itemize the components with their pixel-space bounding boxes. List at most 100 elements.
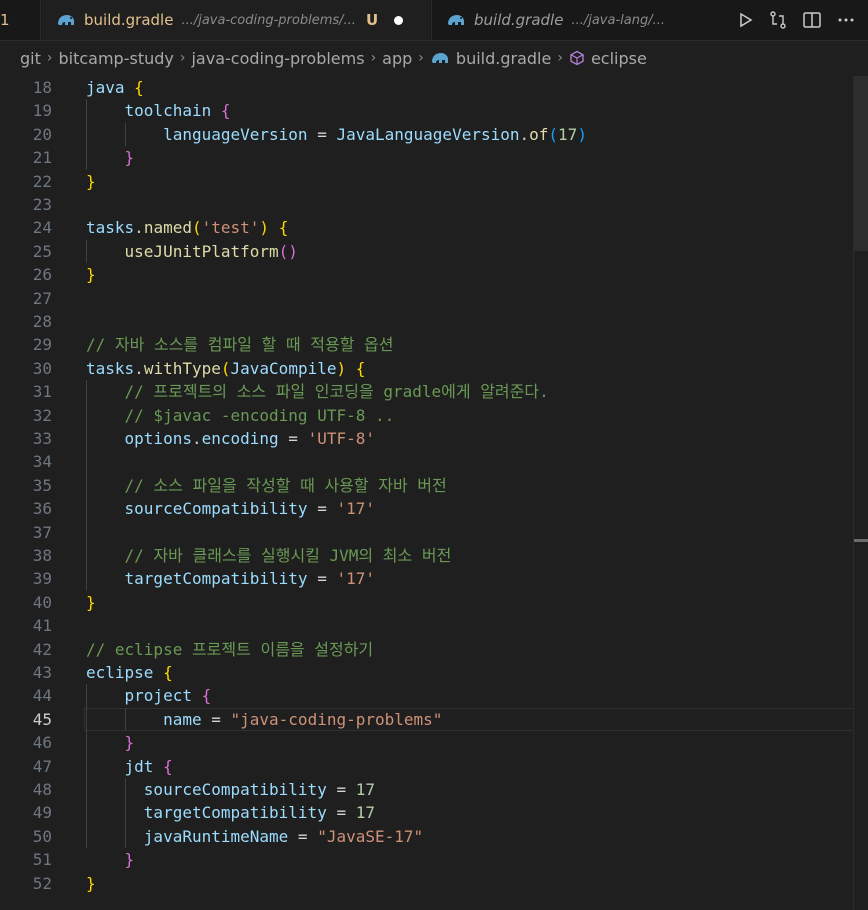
breadcrumb-item-git[interactable]: git — [20, 49, 41, 68]
code-token: named — [143, 218, 192, 238]
indent-guide — [86, 239, 87, 264]
breadcrumb-item-java-coding-problems[interactable]: java-coding-problems — [191, 49, 364, 68]
code-line[interactable]: 37 — [0, 521, 868, 544]
code-line[interactable]: 26} — [0, 263, 868, 286]
code-token: languageVersion — [163, 124, 308, 144]
code-line[interactable]: 24 tasks.named('test') { — [0, 216, 868, 239]
code-line[interactable]: 47 jdt { — [0, 755, 868, 778]
code-token: = — [326, 803, 356, 823]
code-line[interactable]: 41 — [0, 614, 868, 637]
code-line[interactable]: 28 — [0, 310, 868, 333]
line-number: 23 — [32, 195, 52, 214]
code-token: . — [134, 218, 144, 238]
code-line[interactable]: 29 // 자바 소스를 컴파일 할 때 적용할 옵션 — [0, 333, 868, 356]
code-line[interactable]: 43 eclipse { — [0, 661, 868, 684]
code-line[interactable]: 32 // $javac -encoding UTF-8 .. — [0, 404, 868, 427]
code-token: 'test' — [201, 218, 260, 238]
code-token: tasks — [86, 218, 135, 238]
gradle-elephant-icon — [448, 15, 464, 25]
code-token: = — [288, 826, 318, 846]
code-line[interactable]: 45 name = "java-coding-problems" — [0, 707, 868, 731]
code-text: tasks.withType(JavaCompile) { — [86, 357, 365, 380]
code-editor[interactable]: 18 java {19 toolchain {20 languageVersion… — [0, 76, 868, 910]
code-line[interactable]: 39 targetCompatibility = '17' — [0, 567, 868, 590]
code-line[interactable]: 33 options.encoding = 'UTF-8' — [0, 427, 868, 450]
code-line[interactable]: 34 — [0, 450, 868, 473]
code-line[interactable]: 49 targetCompatibility = 17 — [0, 801, 868, 824]
code-line[interactable]: 38 // 자바 클래스를 실행시킬 JVM의 최소 버전 — [0, 544, 868, 567]
breadcrumb-item-eclipse[interactable]: eclipse — [591, 49, 647, 68]
code-line[interactable]: 21 } — [0, 146, 868, 169]
split-editor-icon[interactable] — [802, 10, 822, 30]
code-line[interactable]: 19 toolchain { — [0, 99, 868, 122]
tab-build-gradle-active[interactable]: build.gradle .../java-coding-problems/..… — [42, 0, 430, 40]
code-text: targetCompatibility = '17' — [86, 567, 375, 590]
chevron-right-icon: › — [370, 50, 377, 66]
code-line[interactable]: 23 — [0, 193, 868, 216]
code-token: } — [124, 850, 135, 870]
chevron-right-icon: › — [418, 50, 424, 66]
line-number: 38 — [32, 546, 52, 565]
code-line[interactable]: 25 useJUnitPlatform() — [0, 240, 868, 263]
code-line[interactable]: 46 } — [0, 731, 868, 754]
code-token: '17' — [336, 569, 375, 589]
code-token: . — [519, 124, 530, 144]
indent-guide — [86, 380, 87, 591]
untracked-badge: U — [365, 11, 379, 29]
tab-build-gradle-java-lang[interactable]: build.gradle .../java-lang/... — [431, 0, 714, 40]
line-number: 44 — [32, 686, 52, 706]
tab-previous[interactable]: 1 — [0, 0, 41, 40]
code-line[interactable]: 51 } — [0, 848, 868, 871]
line-number: 34 — [32, 452, 52, 472]
code-token: { — [201, 686, 212, 706]
code-token: = — [307, 124, 337, 144]
breadcrumb-item-build-gradle[interactable]: build.gradle — [456, 49, 551, 68]
code-line[interactable]: 31 // 프로젝트의 소스 파일 인코딩을 gradle에게 알려준다. — [0, 380, 868, 403]
code-token: of — [529, 124, 549, 144]
code-line[interactable]: 35 // 소스 파일을 작성할 때 사용할 자바 버전 — [0, 474, 868, 497]
code-line[interactable]: 36 sourceCompatibility = '17' — [0, 497, 868, 520]
code-text: } — [86, 263, 96, 286]
unsaved-dot-icon[interactable] — [394, 15, 404, 25]
code-line[interactable]: 27 — [0, 287, 868, 310]
line-number: 27 — [32, 288, 52, 308]
code-token: "JavaSE-17" — [317, 826, 424, 846]
code-line[interactable]: 42 // eclipse 프로젝트 이름을 설정하기 — [0, 638, 868, 661]
line-number: 42 — [32, 639, 52, 659]
line-number: 43 — [32, 663, 52, 682]
code-text: } — [86, 848, 135, 871]
line-number: 26 — [32, 265, 52, 285]
indent-guide — [86, 99, 87, 170]
code-line[interactable]: 30 tasks.withType(JavaCompile) { — [0, 357, 868, 380]
breadcrumb: git › bitcamp-study › java-coding-proble… — [0, 41, 868, 75]
code-line[interactable]: 52} — [0, 872, 868, 895]
breadcrumb-item-bitcamp-study[interactable]: bitcamp-study — [58, 49, 173, 68]
code-token: = — [201, 709, 231, 729]
vertical-scrollbar[interactable] — [853, 76, 868, 910]
code-line[interactable]: 22} — [0, 170, 868, 193]
code-text: // $javac -encoding UTF-8 .. — [86, 404, 395, 427]
run-icon[interactable] — [736, 11, 754, 29]
line-number: 48 — [32, 780, 52, 799]
code-text: options.encoding = 'UTF-8' — [86, 427, 375, 450]
scrollbar-thumb[interactable] — [854, 76, 868, 251]
breadcrumb-item-app[interactable]: app — [382, 49, 412, 68]
code-line[interactable]: 20 languageVersion = JavaLanguageVersion… — [0, 123, 868, 146]
code-line[interactable]: 44 project { — [0, 684, 868, 707]
compare-changes-icon[interactable] — [768, 10, 788, 30]
line-number: 41 — [32, 616, 52, 636]
code-token: targetCompatibility — [143, 803, 327, 823]
line-number: 35 — [32, 475, 52, 495]
code-line[interactable]: 40} — [0, 591, 868, 614]
code-line[interactable]: 18 java { — [0, 76, 868, 99]
more-actions-icon[interactable] — [836, 10, 856, 30]
code-text: targetCompatibility = 17 — [86, 801, 375, 824]
code-token: { — [134, 78, 144, 97]
code-line[interactable]: 50 javaRuntimeName = "JavaSE-17" — [0, 825, 868, 848]
code-line[interactable]: 48 sourceCompatibility = 17 — [0, 778, 868, 801]
